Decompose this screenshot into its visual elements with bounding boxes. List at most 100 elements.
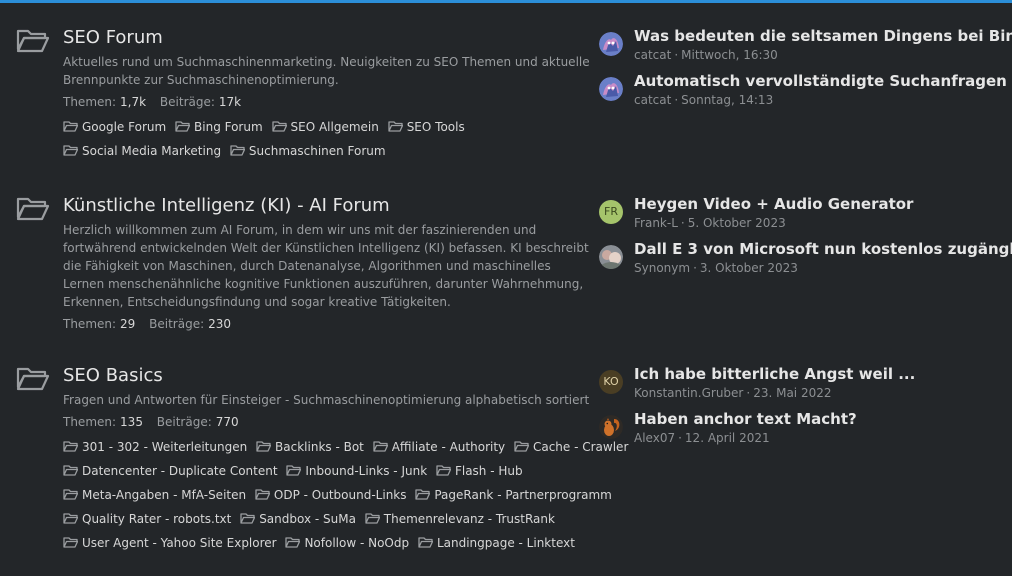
forum-stats: Themen: 135 Beiträge: 770 <box>63 413 593 431</box>
folder-open-icon <box>16 197 50 221</box>
latest-thread-title[interactable]: Ich habe bitterliche Angst weil ... <box>634 365 915 383</box>
latest-thread-title[interactable]: Heygen Video + Audio Generator <box>634 195 913 213</box>
avatar-cat[interactable] <box>599 77 623 101</box>
folder-icon <box>63 465 78 476</box>
latest-thread-title[interactable]: Haben anchor text Macht? <box>634 410 857 428</box>
folder-icon <box>514 441 529 452</box>
threads-label: Themen: <box>63 415 117 429</box>
folder-icon <box>373 441 388 452</box>
avatar-initials[interactable]: FR <box>599 200 623 224</box>
subforum-label: Meta-Angaben - MfA-Seiten <box>82 488 247 502</box>
subforum-label: Datencenter - Duplicate Content <box>82 464 278 478</box>
latest-date[interactable]: 5. Oktober 2023 <box>688 216 786 230</box>
subforum-link[interactable]: Datencenter - Duplicate Content <box>63 459 278 483</box>
subforum-link[interactable]: Google Forum <box>63 115 166 139</box>
forum-description: Herzlich willkommen zum AI Forum, in dem… <box>63 223 589 309</box>
subforum-row: Datencenter - Duplicate Content Inbound-… <box>63 459 598 483</box>
avatar-photo[interactable] <box>599 245 623 269</box>
forum-stats: Themen: 29 Beiträge: 230 <box>63 315 593 333</box>
avatar-initials[interactable]: KO <box>599 370 623 394</box>
subforum-label: Inbound-Links - Junk <box>305 464 428 478</box>
subforum-link[interactable]: Landingpage - Linktext <box>418 531 575 555</box>
latest-thread-meta: catcat · Sonntag, 14:13 <box>634 93 774 107</box>
subforum-link[interactable]: Themenrelevanz - TrustRank <box>365 507 555 531</box>
latest-post: KO Ich habe bitterliche Angst weil ... K… <box>599 365 999 410</box>
threads-label: Themen: <box>63 317 117 331</box>
subforum-link[interactable]: SEO Allgemein <box>271 115 379 139</box>
subforum-link[interactable]: Social Media Marketing <box>63 139 221 163</box>
avatar-cat[interactable] <box>599 32 623 56</box>
avatar-squirrel[interactable] <box>599 415 623 439</box>
folder-icon <box>240 513 256 524</box>
forum-description: Aktuelles rund um Suchmaschinenmarketing… <box>63 55 590 87</box>
latest-post: Was bedeuten die seltsamen Dingens bei B… <box>599 27 1012 72</box>
folder-icon <box>365 513 380 524</box>
subforum-link[interactable]: Meta-Angaben - MfA-Seiten <box>63 483 246 507</box>
forum-stats: Themen: 1,7k Beiträge: 17k <box>63 93 593 111</box>
subforum-label: Themenrelevanz - TrustRank <box>383 512 555 526</box>
subforum-link[interactable]: PageRank - Partnerprogramm <box>415 483 612 507</box>
latest-user[interactable]: catcat <box>634 93 671 107</box>
latest-post: Automatisch vervollständigte Suchanfrage… <box>599 72 1007 117</box>
folder-icon <box>63 489 78 500</box>
subforum-list: Google Forum Bing Forum SEO Allgemein SE… <box>63 115 483 163</box>
latest-post: Dall E 3 von Microsoft nun kostenlos zug… <box>599 240 1012 285</box>
folder-icon <box>256 441 272 452</box>
forum-title[interactable]: Künstliche Intelligenz (KI) - AI Forum <box>63 195 593 217</box>
threads-count: 1,7k <box>120 95 147 109</box>
subforum-label: Google Forum <box>82 120 167 134</box>
subforum-link[interactable]: Flash - Hub <box>436 459 523 483</box>
latest-post: Haben anchor text Macht? Alex07 · 12. Apri… <box>599 410 999 455</box>
latest-thread-meta: catcat · Mittwoch, 16:30 <box>634 48 778 62</box>
latest-user[interactable]: Alex07 <box>634 431 675 445</box>
forum-title[interactable]: SEO Forum <box>63 27 593 49</box>
subforum-link[interactable]: Affiliate - Authority <box>373 435 505 459</box>
folder-open-icon <box>16 367 50 391</box>
folder-icon <box>286 465 302 476</box>
folder-icon <box>175 121 191 132</box>
latest-date[interactable]: Mittwoch, 16:30 <box>681 48 778 62</box>
latest-user[interactable]: Synonym <box>634 261 690 275</box>
latest-posts: Was bedeuten die seltsamen Dingens bei B… <box>599 27 1012 117</box>
subforum-label: 301 - 302 - Weiterleitungen <box>82 440 248 454</box>
folder-icon <box>415 489 431 500</box>
folder-icon <box>63 537 78 548</box>
latest-date[interactable]: 23. Mai 2022 <box>753 386 831 400</box>
subforum-link[interactable]: Sandbox - SuMa <box>240 507 356 531</box>
latest-user[interactable]: catcat <box>634 48 671 62</box>
threads-count: 135 <box>120 415 143 429</box>
folder-icon <box>255 489 270 500</box>
forum-title[interactable]: SEO Basics <box>63 365 593 387</box>
subforum-label: Suchmaschinen Forum <box>248 144 386 158</box>
subforum-link[interactable]: Nofollow - NoOdp <box>285 531 409 555</box>
latest-thread-title[interactable]: Dall E 3 von Microsoft nun kostenlos zug… <box>634 240 1012 258</box>
latest-date[interactable]: 12. April 2021 <box>685 431 770 445</box>
latest-user[interactable]: Konstantin.Gruber <box>634 386 743 400</box>
subforum-label: ODP - Outbound-Links <box>273 488 407 502</box>
latest-date[interactable]: Sonntag, 14:13 <box>681 93 773 107</box>
subforum-link[interactable]: Bing Forum <box>175 115 263 139</box>
subforum-link[interactable]: Suchmaschinen Forum <box>230 139 386 163</box>
folder-icon <box>271 121 287 132</box>
subforum-link[interactable]: User Agent - Yahoo Site Explorer <box>63 531 277 555</box>
latest-thread-title[interactable]: Automatisch vervollständigte Suchanfrage… <box>634 72 1007 90</box>
latest-date[interactable]: 3. Oktober 2023 <box>700 261 798 275</box>
subforum-label: Bing Forum <box>194 120 263 134</box>
latest-thread-title[interactable]: Was bedeuten die seltsamen Dingens bei B… <box>634 27 1012 45</box>
subforum-link[interactable]: Quality Rater - robots.txt <box>63 507 231 531</box>
subforum-label: SEO Tools <box>406 120 465 134</box>
posts-count: 230 <box>208 317 232 331</box>
subforum-link[interactable]: SEO Tools <box>388 115 465 139</box>
latest-thread-meta: Alex07 · 12. April 2021 <box>634 431 770 445</box>
posts-count: 770 <box>215 415 239 429</box>
subforum-row: Meta-Angaben - MfA-Seiten ODP - Outbound… <box>63 483 612 507</box>
latest-user[interactable]: Frank-L <box>634 216 678 230</box>
subforum-link[interactable]: ODP - Outbound-Links <box>255 483 407 507</box>
folder-icon <box>63 145 78 156</box>
subforum-link[interactable]: 301 - 302 - Weiterleitungen <box>63 435 247 459</box>
subforum-link[interactable]: Backlinks - Bot <box>256 435 364 459</box>
subforum-link[interactable]: Inbound-Links - Junk <box>286 459 427 483</box>
threads-label: Themen: <box>63 95 117 109</box>
folder-icon <box>388 121 403 132</box>
subforum-label: User Agent - Yahoo Site Explorer <box>82 536 277 550</box>
